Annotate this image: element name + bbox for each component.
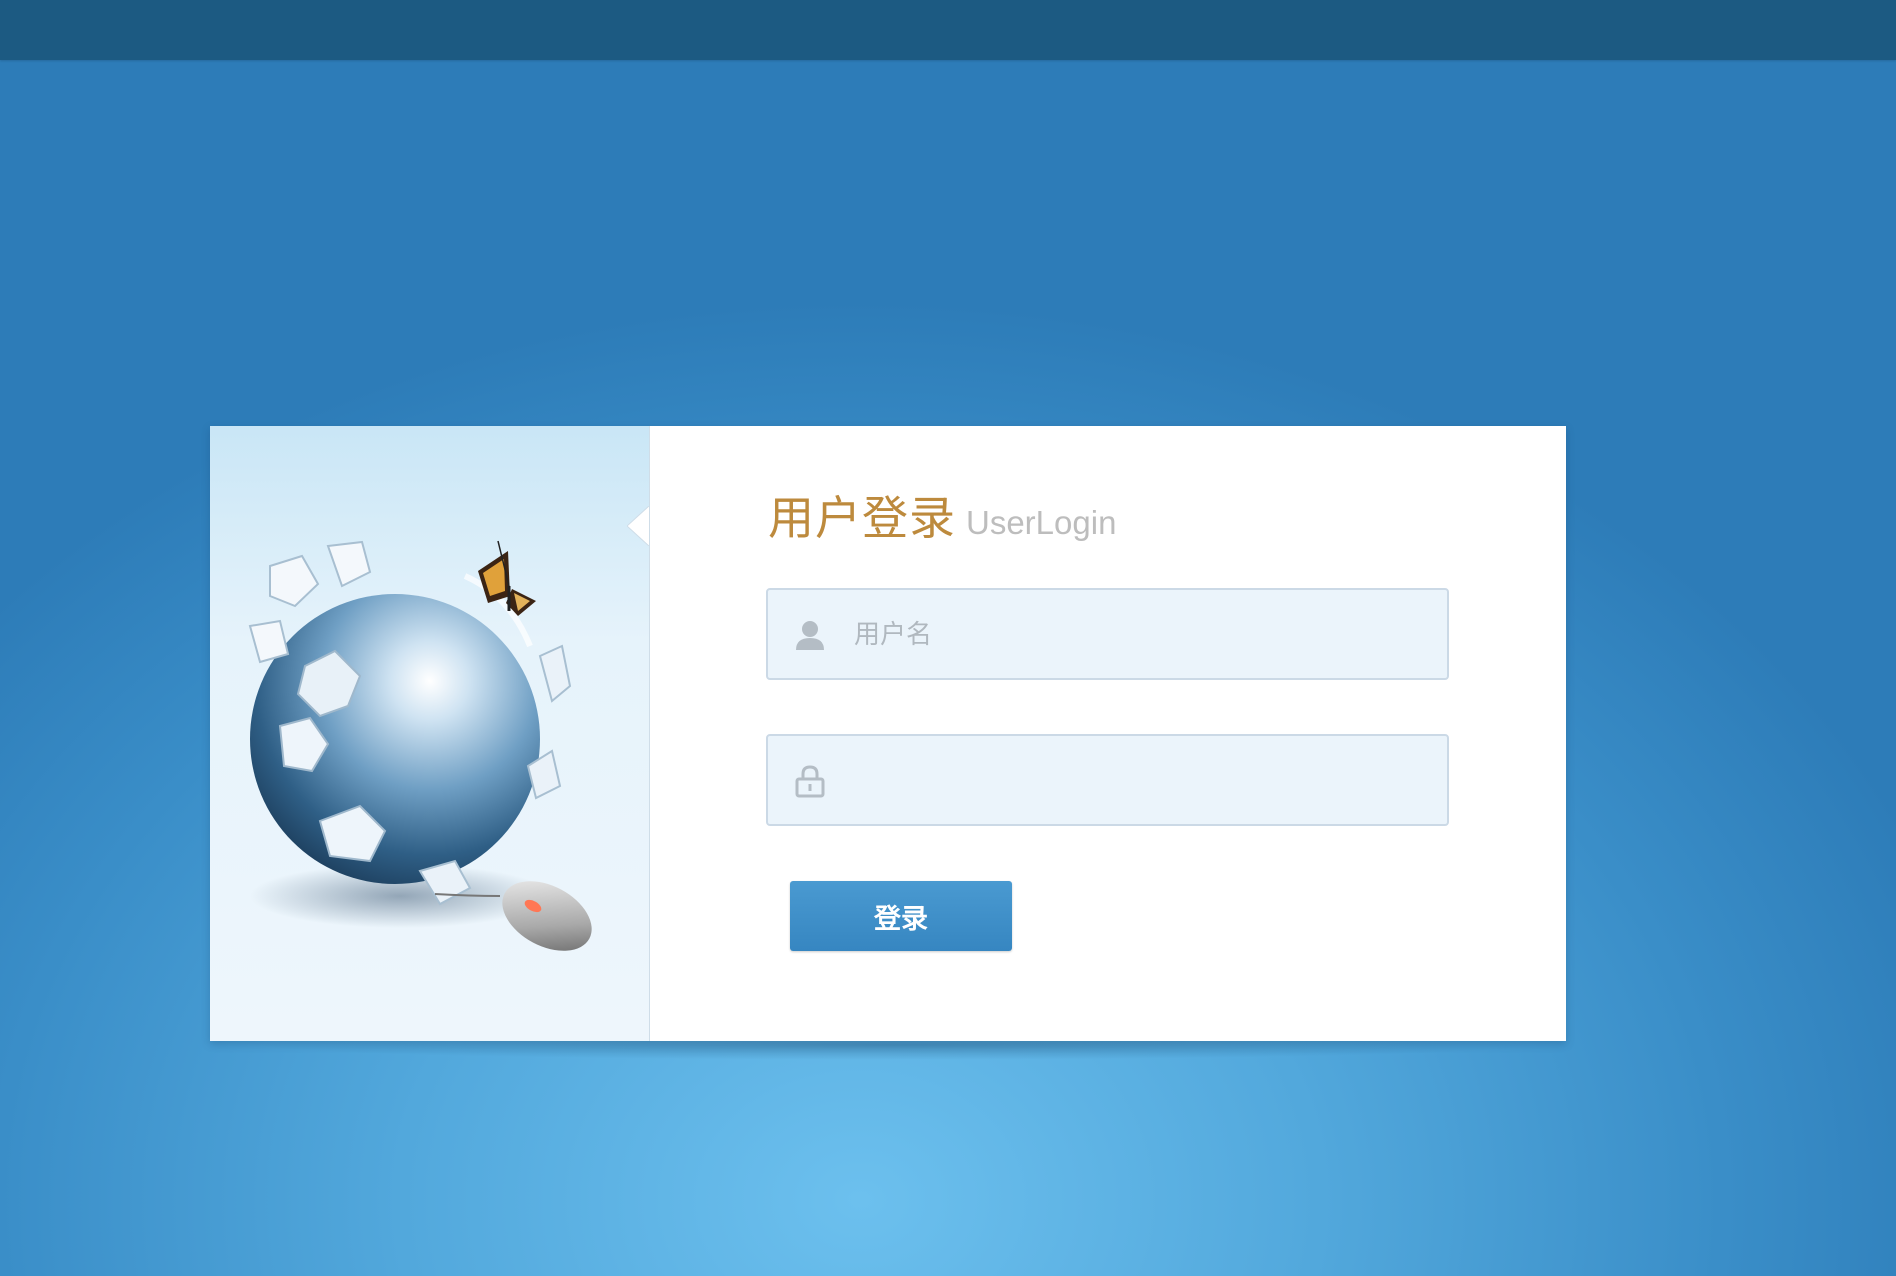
top-bar (0, 0, 1896, 60)
login-button[interactable]: 登录 (790, 881, 1012, 951)
username-input[interactable] (852, 590, 1436, 680)
panel-notch (627, 506, 649, 546)
username-field[interactable] (766, 588, 1449, 680)
user-icon (796, 621, 824, 650)
illustration-panel (210, 426, 650, 1041)
password-field[interactable] (766, 734, 1449, 826)
title-english: UserLogin (966, 504, 1117, 541)
login-title: 用户登录 UserLogin (768, 482, 1117, 545)
globe-illustration (248, 540, 592, 951)
title-chinese: 用户登录 (768, 491, 956, 545)
password-input[interactable] (852, 736, 1436, 826)
login-card: 用户登录 UserLogin 登录 (210, 426, 1566, 1041)
lock-icon (795, 765, 825, 798)
